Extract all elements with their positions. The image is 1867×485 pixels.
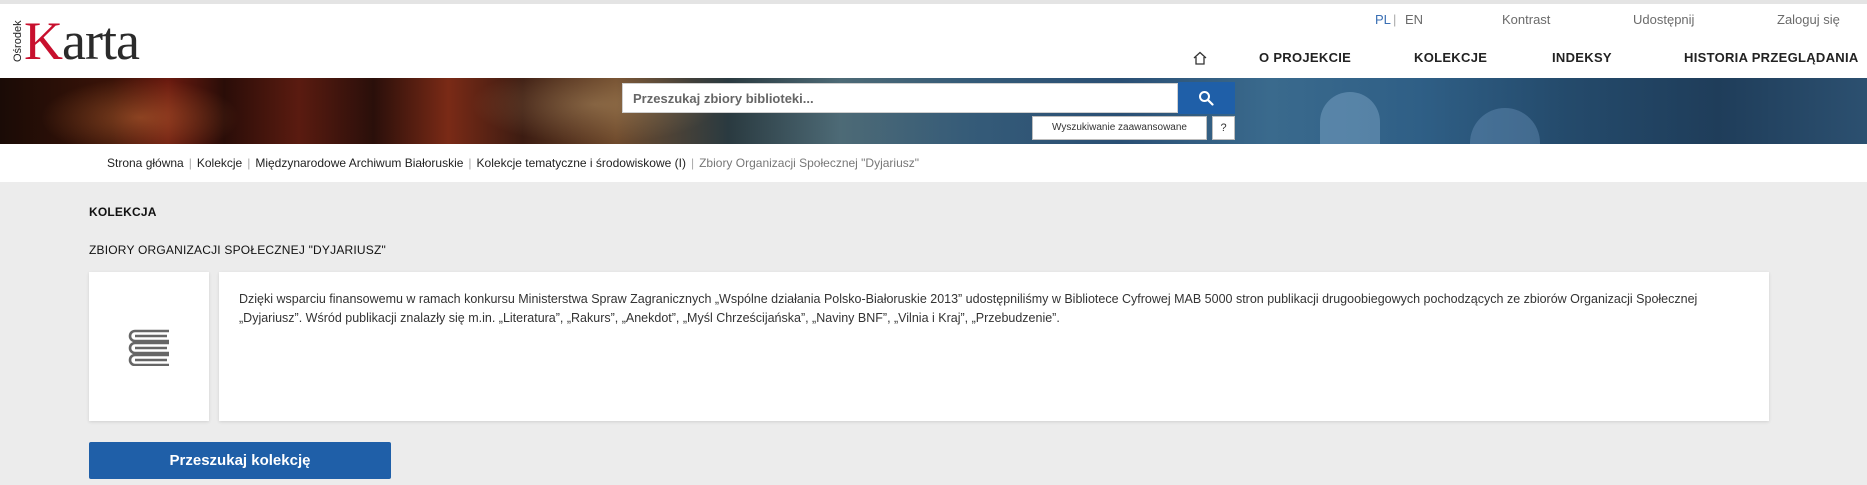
breadcrumb-separator: | — [690, 156, 695, 170]
collection-icon-card — [89, 272, 209, 421]
logo-letter-rest: arta — [62, 11, 140, 71]
logo-subtitle: Ośrodek — [12, 20, 24, 62]
lang-separator: | — [1393, 12, 1397, 27]
banner-decoration — [1320, 92, 1380, 144]
contrast-link[interactable]: Kontrast — [1502, 12, 1550, 27]
share-link[interactable]: Udostępnij — [1633, 12, 1694, 27]
site-header: Ośrodek Karta PL | EN Kontrast Udostępni… — [0, 0, 1867, 78]
banner-decoration — [40, 78, 240, 144]
login-link[interactable]: Zaloguj się — [1777, 12, 1840, 27]
breadcrumb-separator: | — [468, 156, 472, 170]
books-icon — [128, 329, 169, 366]
banner-decoration — [1470, 108, 1540, 144]
search-help-button[interactable]: ? — [1212, 116, 1235, 140]
lang-pl-link[interactable]: PL — [1375, 12, 1391, 27]
karta-logo[interactable]: Ośrodek Karta — [12, 12, 162, 70]
breadcrumb-thematic[interactable]: Kolekcje tematyczne i środowiskowe (I) — [477, 156, 686, 170]
library-search-input[interactable]: Przeszukaj zbiory biblioteki... — [622, 83, 1178, 113]
nav-collections[interactable]: KOLEKCJE — [1414, 50, 1487, 65]
breadcrumb: Strona główna | Kolekcje | Międzynarodowe Ar… — [107, 156, 919, 170]
collection-title: ZBIORY ORGANIZACJI SPOŁECZNEJ "DYJARIUSZ… — [89, 243, 386, 257]
section-label: KOLEKCJA — [89, 205, 157, 219]
breadcrumb-bar: Strona główna | Kolekcje | Międzynarodowe Ar… — [0, 144, 1867, 182]
search-collection-button[interactable]: Przeszukaj kolekcję — [89, 442, 391, 479]
collection-description: Dzięki wsparciu finansowemu w ramach kon… — [239, 292, 1698, 325]
breadcrumb-archive[interactable]: Międzynarodowe Archiwum Białoruskie — [255, 156, 463, 170]
breadcrumb-separator: | — [247, 156, 251, 170]
search-icon — [1199, 91, 1214, 106]
nav-about[interactable]: O PROJEKCIE — [1259, 50, 1351, 65]
home-icon[interactable] — [1192, 50, 1208, 66]
logo-letter-k: K — [24, 11, 63, 71]
breadcrumb-home[interactable]: Strona główna — [107, 156, 184, 170]
search-button[interactable] — [1178, 82, 1235, 114]
breadcrumb-current: Zbiory Organizacji Społecznej "Dyjariusz… — [699, 156, 920, 170]
logo-title: Karta — [24, 11, 140, 71]
nav-history[interactable]: HISTORIA PRZEGLĄDANIA — [1684, 50, 1859, 65]
nav-indexes[interactable]: INDEKSY — [1552, 50, 1612, 65]
lang-en-link[interactable]: EN — [1405, 12, 1423, 27]
advanced-search-button[interactable]: Wyszukiwanie zaawansowane — [1032, 116, 1207, 140]
breadcrumb-collections[interactable]: Kolekcje — [197, 156, 242, 170]
collection-description-card: Dzięki wsparciu finansowemu w ramach kon… — [219, 272, 1769, 421]
breadcrumb-separator: | — [188, 156, 192, 170]
